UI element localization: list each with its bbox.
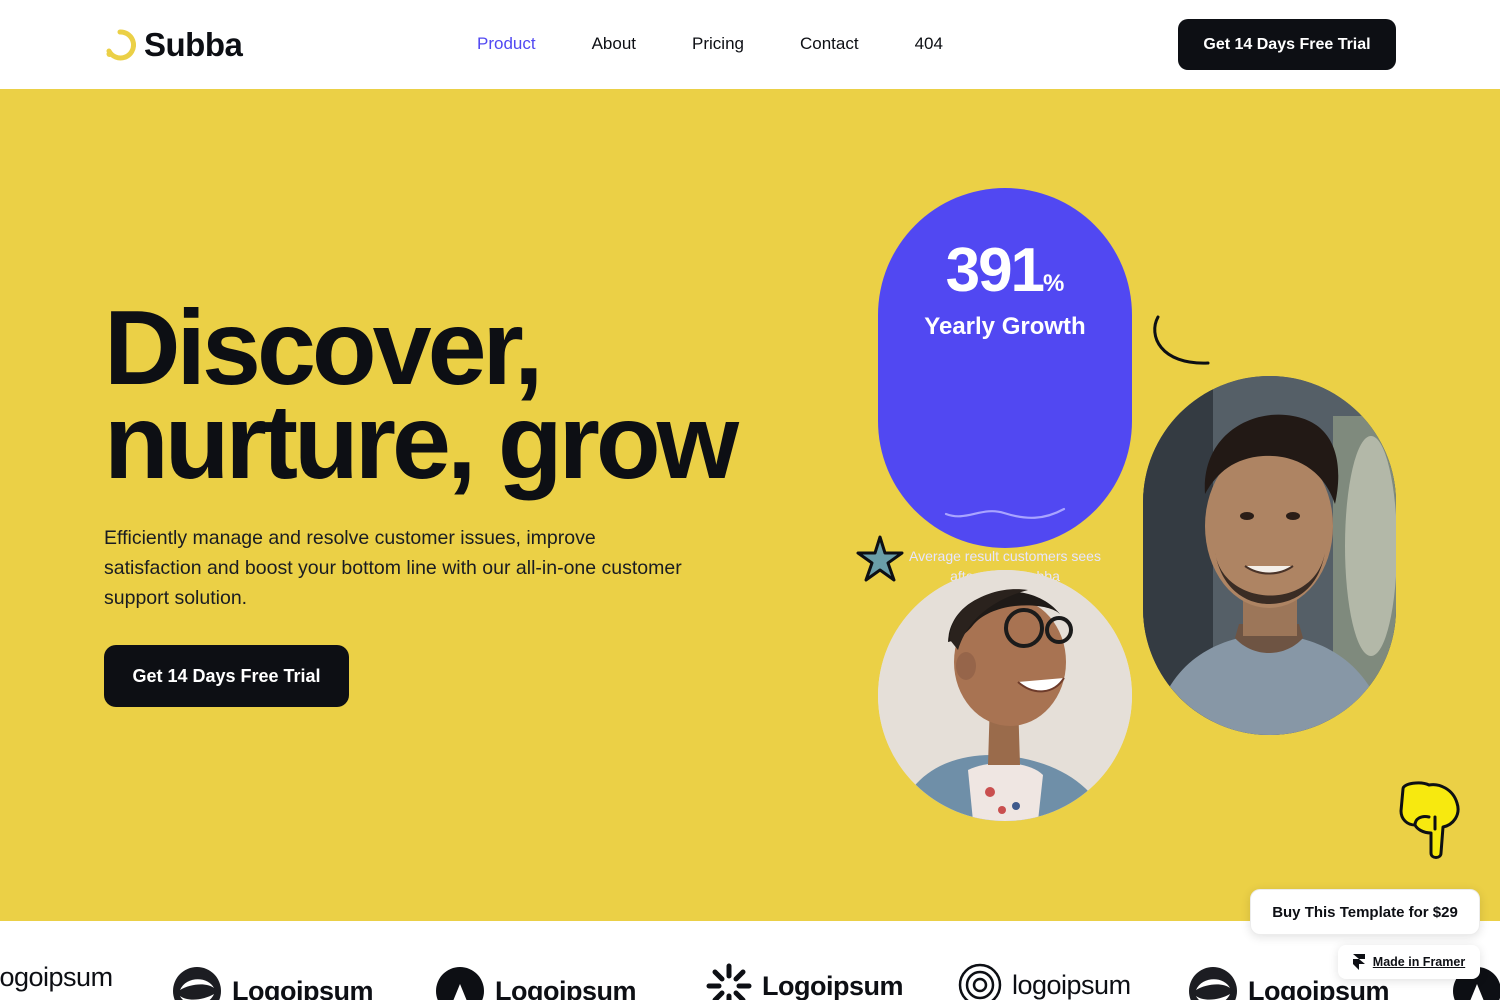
subba-logo-icon xyxy=(106,28,136,60)
wave-icon xyxy=(944,507,1066,519)
customer-photo-beard xyxy=(1143,376,1396,735)
stat-unit: % xyxy=(1043,270,1065,297)
partner-logo-mark-icon xyxy=(706,963,752,1000)
nav-link-404[interactable]: 404 xyxy=(915,33,943,55)
partner-logo-name: logoipsum xyxy=(1012,969,1131,1000)
made-in-framer-badge[interactable]: Made in Framer xyxy=(1338,945,1480,979)
partner-logo-mark-icon xyxy=(173,967,221,1000)
stat-value: 391% xyxy=(878,236,1132,319)
customer-photo-beard-image xyxy=(1143,376,1396,735)
partner-logo-name: Logoipsum xyxy=(762,970,903,1000)
partner-logo-name: Logoipsum xyxy=(495,975,636,1000)
partner-logo-mark-icon xyxy=(958,963,1002,1000)
nav-free-trial-button[interactable]: Get 14 Days Free Trial xyxy=(1178,19,1396,70)
partner-logo: Logoipsum xyxy=(435,966,636,1000)
customer-photo-glasses xyxy=(878,570,1132,821)
headline-line-1: Discover, xyxy=(104,289,543,407)
stat-number: 391 xyxy=(945,236,1045,305)
hero-subtext: Efficiently manage and resolve customer … xyxy=(104,527,682,609)
hero-section: Discover, nurture, grow Efficiently mana… xyxy=(0,89,1500,921)
customer-photo-glasses-image xyxy=(878,570,1132,821)
nav-link-product[interactable]: Product xyxy=(477,33,536,55)
framer-icon xyxy=(1352,954,1365,970)
partner-logo: logoipsum xyxy=(0,964,113,991)
partner-logo: Logoipsum xyxy=(172,966,373,1000)
partner-logo-name: Logoipsum xyxy=(232,975,373,1000)
buy-template-button[interactable]: Buy This Template for $29 xyxy=(1250,889,1480,935)
brand-name: Subba xyxy=(144,26,243,63)
main-menu: Product About Pricing Contact 404 xyxy=(477,33,943,55)
partner-logo-name: Logoipsum xyxy=(1248,975,1389,1000)
hero-free-trial-button[interactable]: Get 14 Days Free Trial xyxy=(104,645,349,707)
top-nav: Subba Product About Pricing Contact 404 … xyxy=(0,0,1500,89)
nav-link-pricing[interactable]: Pricing xyxy=(692,33,744,55)
partner-logo-name: logoipsum xyxy=(0,962,113,992)
headline-line-2: nurture, grow xyxy=(104,383,739,501)
partner-logo: logoipsum xyxy=(958,963,1131,1000)
brand-logo[interactable]: Subba xyxy=(104,26,243,63)
arc-doodle-icon xyxy=(1153,315,1210,365)
nav-link-contact[interactable]: Contact xyxy=(800,33,859,55)
partner-logo: Logoipsum xyxy=(706,963,903,1000)
partner-logo-mark-icon xyxy=(436,967,484,1000)
made-in-framer-label: Made in Framer xyxy=(1372,955,1466,969)
star-doodle-icon xyxy=(856,535,904,582)
pointing-hand-icon xyxy=(1399,781,1460,859)
partner-logo-mark-icon xyxy=(1189,967,1237,1000)
nav-link-about[interactable]: About xyxy=(592,33,636,55)
hero-headline: Discover, nurture, grow xyxy=(104,289,739,501)
growth-stat-card: 391% Yearly Growth Average result custom… xyxy=(878,188,1132,584)
stat-label: Yearly Growth xyxy=(924,313,1086,340)
